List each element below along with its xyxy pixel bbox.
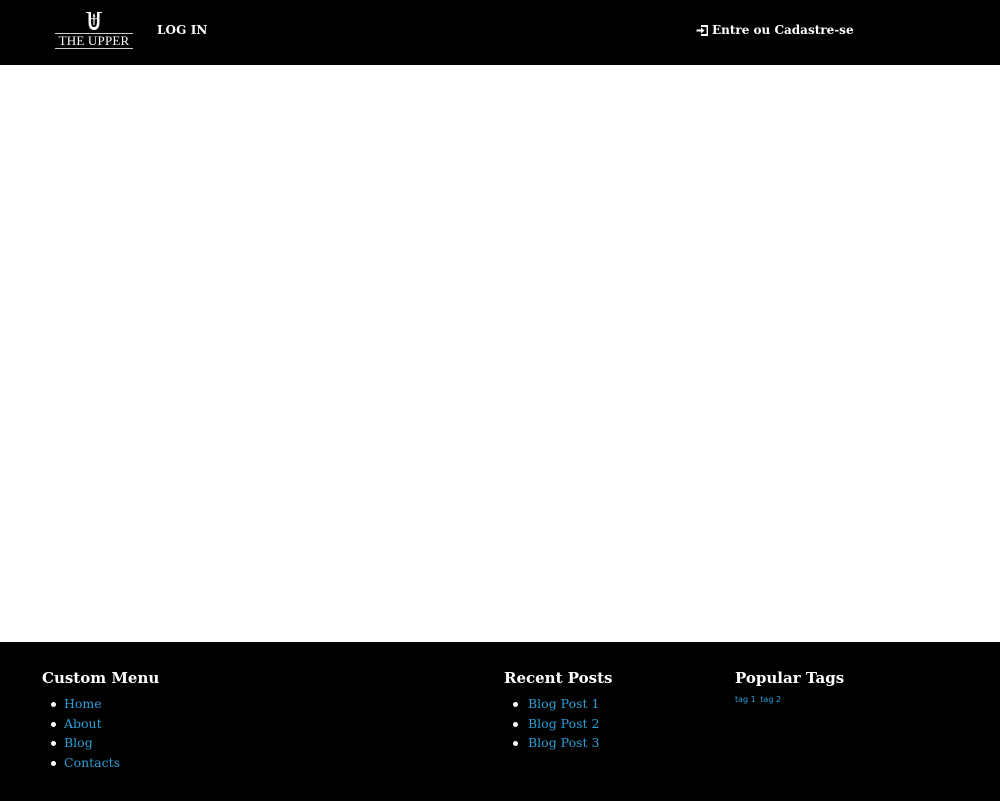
- list-item: Blog Post 3: [504, 733, 704, 753]
- bullet-icon: [513, 702, 518, 707]
- bullet-icon: [51, 761, 56, 767]
- bullet-icon: [51, 741, 56, 747]
- list-item: Blog: [42, 733, 262, 753]
- site-header: THE UPPER LOG IN Entre ou Cadastre-se: [0, 0, 1000, 65]
- account-link-label: Entre ou Cadastre-se: [712, 23, 854, 37]
- custom-menu-list: Home About Blog Contacts: [42, 694, 262, 773]
- site-footer: Custom Menu Home About Blog Contacts Rec…: [0, 642, 1000, 801]
- menu-link-about[interactable]: About: [64, 716, 102, 731]
- logo-text: THE UPPER: [55, 33, 133, 49]
- menu-link-blog[interactable]: Blog: [64, 735, 93, 750]
- menu-link-contacts[interactable]: Contacts: [64, 755, 120, 770]
- custom-menu-widget: Custom Menu Home About Blog Contacts: [42, 668, 262, 773]
- account-signin-link[interactable]: Entre ou Cadastre-se: [696, 21, 854, 39]
- bullet-icon: [513, 721, 518, 727]
- list-item: About: [42, 714, 262, 734]
- bullet-icon: [513, 741, 518, 747]
- tag-link-2[interactable]: tag 2: [760, 695, 781, 704]
- popular-tags-widget: Popular Tags tag 1 tag 2: [735, 668, 955, 706]
- list-item: Contacts: [42, 753, 262, 773]
- list-item: Home: [42, 694, 262, 714]
- post-link-2[interactable]: Blog Post 2: [528, 716, 599, 731]
- recent-posts-title: Recent Posts: [504, 669, 613, 687]
- post-link-3[interactable]: Blog Post 3: [528, 735, 599, 750]
- bullet-icon: [51, 702, 56, 707]
- recent-posts-widget: Recent Posts Blog Post 1 Blog Post 2 Blo…: [504, 668, 704, 753]
- menu-link-home[interactable]: Home: [64, 696, 102, 711]
- site-logo[interactable]: THE UPPER: [55, 10, 133, 54]
- post-link-1[interactable]: Blog Post 1: [528, 696, 599, 711]
- list-item: Blog Post 2: [504, 714, 704, 734]
- tag-cloud: tag 1 tag 2: [735, 694, 955, 706]
- sign-in-icon: [696, 24, 708, 36]
- popular-tags-title: Popular Tags: [735, 669, 845, 687]
- recent-posts-list: Blog Post 1 Blog Post 2 Blog Post 3: [504, 694, 704, 753]
- tag-link-1[interactable]: tag 1: [735, 695, 756, 704]
- logo-emblem-icon: [86, 12, 102, 30]
- bullet-icon: [51, 721, 56, 727]
- main-content: [0, 65, 1000, 642]
- list-item: Blog Post 1: [504, 694, 704, 714]
- nav-login-link[interactable]: LOG IN: [157, 22, 208, 39]
- custom-menu-title: Custom Menu: [42, 669, 160, 687]
